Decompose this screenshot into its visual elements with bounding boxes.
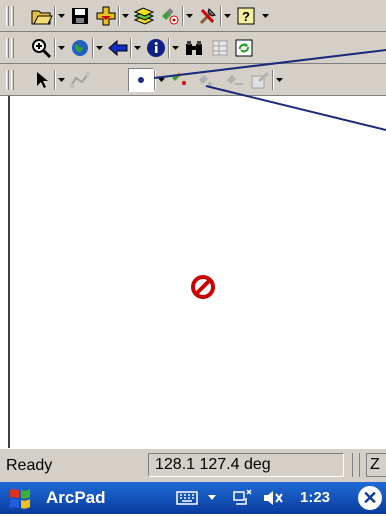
add-layer-dropdown-chevron-icon[interactable] <box>120 4 130 28</box>
open-dropdown-chevron-icon[interactable] <box>56 4 66 28</box>
keyboard-icon[interactable] <box>176 486 198 510</box>
separator <box>220 6 222 26</box>
speaker-muted-icon[interactable] <box>262 486 286 510</box>
toolbar-grip[interactable] <box>6 6 9 26</box>
tools-dropdown-chevron-icon[interactable] <box>222 4 232 28</box>
separator <box>272 70 274 90</box>
status-text: Ready <box>6 457 53 474</box>
point-tool-icon[interactable] <box>128 68 154 92</box>
separator <box>182 6 184 26</box>
separator <box>92 38 94 58</box>
toolbar-navigation <box>0 32 386 64</box>
add-gps-vertex-icon[interactable] <box>194 68 218 92</box>
globe-icon[interactable] <box>68 36 92 60</box>
identify-dropdown-chevron-icon[interactable] <box>170 36 180 60</box>
zoom-dropdown-chevron-icon[interactable] <box>56 36 66 60</box>
panel-grip[interactable] <box>352 453 360 477</box>
back-dropdown-chevron-icon[interactable] <box>132 36 142 60</box>
select-dropdown-chevron-icon[interactable] <box>56 68 66 92</box>
toolbar-edit <box>0 64 386 96</box>
separator <box>118 6 120 26</box>
save-disk-icon[interactable] <box>68 4 92 28</box>
edit-vertices-icon[interactable] <box>68 68 92 92</box>
table-icon[interactable] <box>208 36 232 60</box>
zoom-in-icon[interactable] <box>30 36 54 60</box>
toolbar-grip[interactable] <box>6 38 9 58</box>
input-panel-chevron-icon[interactable] <box>208 486 216 510</box>
toolbar-grip[interactable] <box>11 6 14 26</box>
back-arrow-icon[interactable] <box>106 36 130 60</box>
gps-stream-icon[interactable] <box>222 68 246 92</box>
separator <box>54 70 56 90</box>
gps-point-icon[interactable] <box>168 68 192 92</box>
connectivity-icon[interactable] <box>232 486 254 510</box>
app-title: ArcPad <box>46 488 106 507</box>
taskbar: ArcPad 1:23 ✕ <box>0 482 386 514</box>
toolbar-file: ? <box>0 0 386 32</box>
help-dropdown-chevron-icon[interactable] <box>260 4 270 28</box>
toolbar-grip[interactable] <box>11 38 14 58</box>
separator <box>54 38 56 58</box>
properties-icon[interactable] <box>248 68 272 92</box>
clock[interactable]: 1:23 <box>300 489 330 506</box>
add-layer-plus-icon[interactable] <box>94 4 118 28</box>
status-bar: Ready 128.1 127.4 deg Z <box>0 448 386 482</box>
properties-dropdown-chevron-icon[interactable] <box>274 68 284 92</box>
point-dropdown-chevron-icon[interactable] <box>156 68 166 92</box>
no-gps-signal-icon <box>190 274 216 305</box>
identify-info-icon[interactable] <box>144 36 168 60</box>
close-button[interactable]: ✕ <box>358 486 382 510</box>
select-pointer-icon[interactable] <box>30 68 54 92</box>
gps-satellite-icon[interactable] <box>158 4 182 28</box>
tools-icon[interactable] <box>196 4 220 28</box>
find-binoculars-icon[interactable] <box>182 36 206 60</box>
refresh-icon[interactable] <box>232 36 256 60</box>
separator <box>154 70 156 90</box>
toolbar-grip[interactable] <box>6 70 9 90</box>
globe-dropdown-chevron-icon[interactable] <box>94 36 104 60</box>
separator <box>54 6 56 26</box>
start-windows-flag-icon[interactable] <box>4 484 38 512</box>
layers-icon[interactable] <box>132 4 156 28</box>
z-readout: Z <box>366 453 386 477</box>
map-view[interactable] <box>8 96 386 448</box>
help-icon[interactable]: ? <box>234 4 258 28</box>
open-folder-icon[interactable] <box>30 4 54 28</box>
separator <box>168 38 170 58</box>
toolbar-grip[interactable] <box>11 70 14 90</box>
gps-dropdown-chevron-icon[interactable] <box>184 4 194 28</box>
separator <box>130 38 132 58</box>
coordinate-readout: 128.1 127.4 deg <box>148 453 344 477</box>
svg-text:?: ? <box>242 9 250 24</box>
